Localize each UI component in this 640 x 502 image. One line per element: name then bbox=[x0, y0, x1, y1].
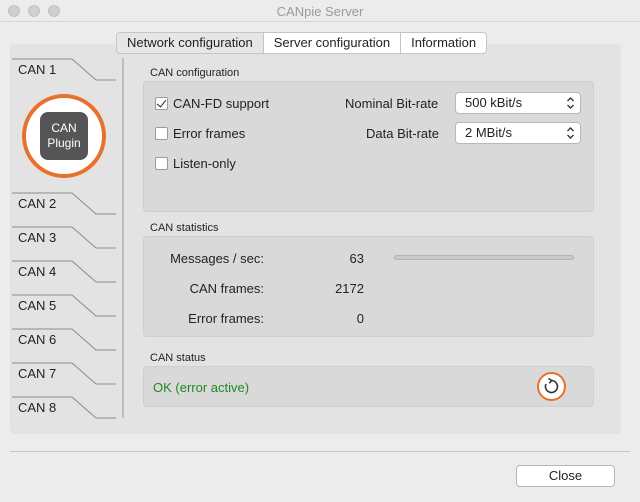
channel-tab-can1[interactable]: CAN 1 bbox=[12, 58, 117, 92]
channel-tab-can2[interactable]: CAN 2 bbox=[12, 192, 117, 226]
can-frames-label: CAN frames: bbox=[189, 281, 264, 296]
can-statistics-title: CAN statistics bbox=[150, 222, 219, 234]
can-frames-value: 2172 bbox=[335, 281, 364, 296]
messages-per-sec-label: Messages / sec: bbox=[170, 251, 264, 266]
bus-load-bar bbox=[394, 255, 574, 260]
can-status-title: CAN status bbox=[150, 352, 206, 364]
plugin-line-1: CAN bbox=[51, 121, 77, 135]
channel-tab-can4[interactable]: CAN 4 bbox=[12, 260, 117, 294]
channel-tab-label: CAN 2 bbox=[18, 196, 57, 211]
data-bitrate-select[interactable]: 2 MBit/s bbox=[455, 122, 581, 144]
chevron-up-down-icon bbox=[567, 97, 574, 109]
error-frames-checkbox[interactable]: Error frames bbox=[155, 126, 245, 141]
close-button[interactable]: Close bbox=[516, 465, 615, 487]
channel-tab-can3[interactable]: CAN 3 bbox=[12, 226, 117, 260]
listen-only-checkbox[interactable]: Listen-only bbox=[155, 156, 236, 171]
can-status-text: OK (error active) bbox=[153, 380, 250, 395]
checkbox-box bbox=[155, 157, 168, 170]
channel-tab-label: CAN 3 bbox=[18, 230, 57, 245]
can-plugin-icon[interactable]: CAN Plugin bbox=[22, 94, 106, 178]
canfd-support-checkbox[interactable]: CAN-FD support bbox=[155, 96, 269, 111]
title-bar: CANpie Server bbox=[0, 0, 640, 22]
channel-tab-can8[interactable]: CAN 8 bbox=[12, 396, 117, 430]
window-title: CANpie Server bbox=[276, 4, 364, 19]
reset-icon bbox=[544, 377, 559, 394]
messages-per-sec-value: 63 bbox=[349, 251, 364, 266]
tab-network-configuration[interactable]: Network configuration bbox=[117, 33, 263, 53]
footer-separator bbox=[10, 451, 630, 452]
nominal-bitrate-label: Nominal Bit-rate bbox=[345, 96, 439, 111]
channel-tab-can5[interactable]: CAN 5 bbox=[12, 294, 117, 328]
chevron-up-down-icon bbox=[567, 127, 574, 139]
channel-tab-label: CAN 4 bbox=[18, 264, 57, 279]
channel-tab-label: CAN 6 bbox=[18, 332, 57, 347]
channel-tab-label: CAN 1 bbox=[18, 62, 57, 77]
channel-divider bbox=[122, 58, 124, 418]
plugin-badge: CAN Plugin bbox=[40, 112, 88, 160]
tab-server-configuration[interactable]: Server configuration bbox=[262, 33, 400, 53]
data-bitrate-label: Data Bit-rate bbox=[366, 126, 439, 141]
can-configuration-title: CAN configuration bbox=[150, 67, 240, 79]
canfd-support-label: CAN-FD support bbox=[173, 96, 270, 111]
tab-information[interactable]: Information bbox=[400, 33, 486, 53]
channel-tab-label: CAN 5 bbox=[18, 298, 57, 313]
plugin-line-2: Plugin bbox=[47, 136, 81, 150]
error-frames-label: Error frames bbox=[173, 126, 246, 141]
channel-tab-can7[interactable]: CAN 7 bbox=[12, 362, 117, 396]
channel-tab-label: CAN 7 bbox=[18, 366, 57, 381]
listen-only-label: Listen-only bbox=[173, 156, 236, 171]
checkmark-icon bbox=[155, 97, 168, 110]
error-frames-stat-value: 0 bbox=[356, 311, 364, 326]
error-frames-stat-label: Error frames: bbox=[188, 311, 264, 326]
reset-button[interactable] bbox=[537, 372, 566, 401]
tab-bar: Network configuration Server configurati… bbox=[116, 32, 488, 54]
channel-tab-label: CAN 8 bbox=[18, 400, 57, 415]
data-bitrate-value: 2 MBit/s bbox=[465, 125, 512, 140]
checkbox-box bbox=[155, 127, 168, 140]
channel-tab-can6[interactable]: CAN 6 bbox=[12, 328, 117, 362]
nominal-bitrate-select[interactable]: 500 kBit/s bbox=[455, 92, 581, 114]
nominal-bitrate-value: 500 kBit/s bbox=[465, 95, 523, 110]
